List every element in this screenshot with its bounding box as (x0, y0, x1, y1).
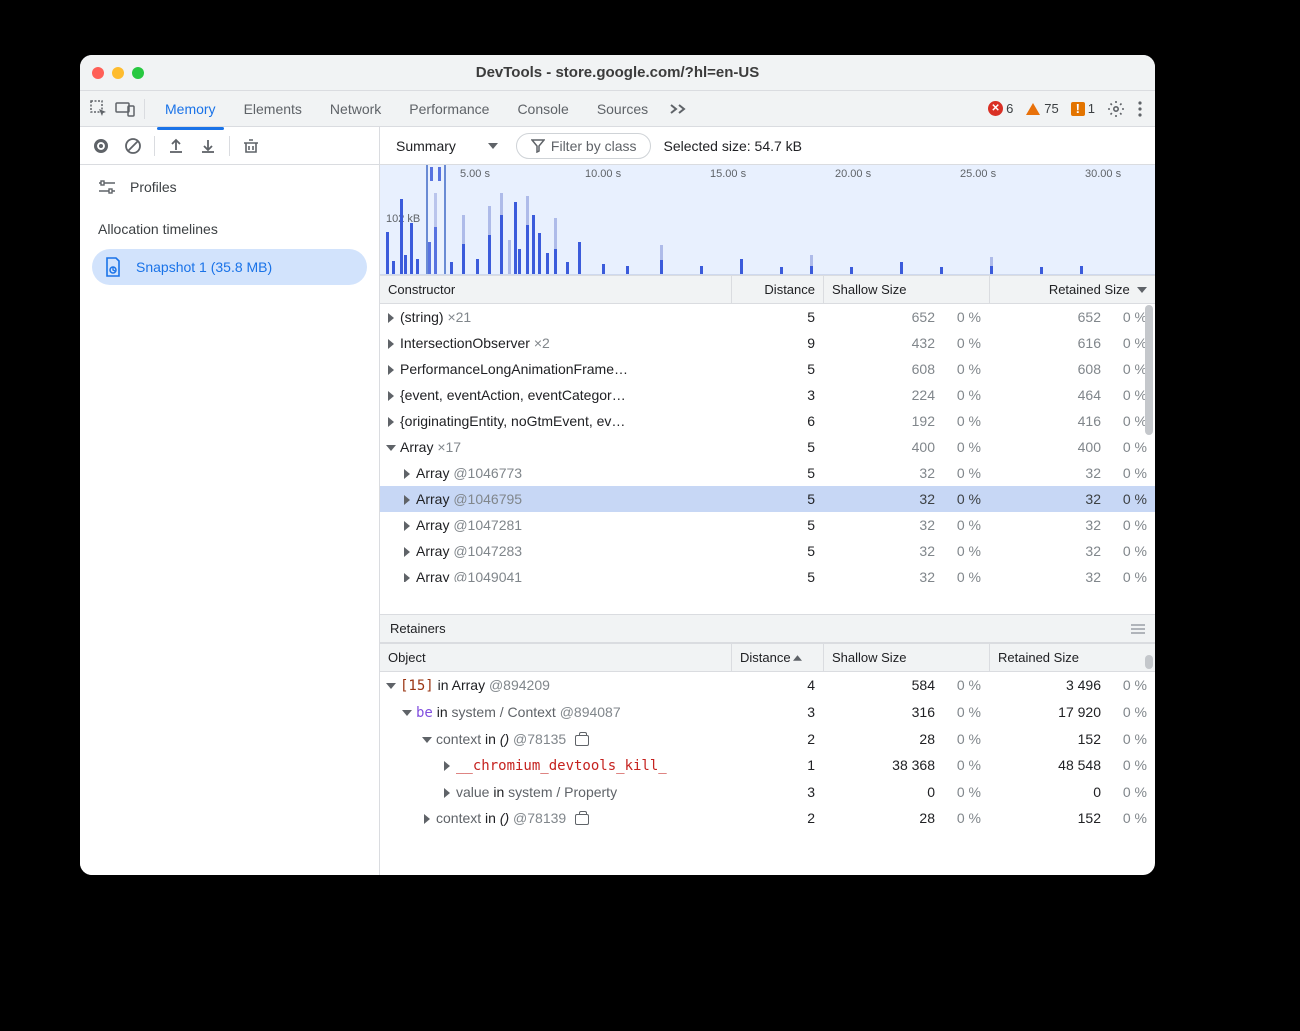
load-icon[interactable] (165, 135, 187, 157)
record-icon[interactable] (90, 135, 112, 157)
constructor-row[interactable]: Array @10472835320 %320 % (380, 538, 1155, 564)
timeline-tick: 15.00 s (710, 168, 746, 180)
filter-icon (531, 139, 545, 153)
sort-asc-icon (793, 655, 802, 661)
timeline-tick: 25.00 s (960, 168, 996, 180)
timeline-tick: 5.00 s (460, 168, 490, 180)
warning-count[interactable]: 75 (1025, 101, 1058, 116)
retainers-grid[interactable]: [15] in Array @89420945840 %3 4960 %be i… (380, 672, 1155, 831)
constructor-row[interactable]: Array @10472815320 %320 % (380, 512, 1155, 538)
device-toolbar-icon[interactable] (112, 96, 138, 122)
view-dropdown[interactable]: Summary (390, 134, 504, 158)
tab-performance[interactable]: Performance (405, 95, 493, 123)
scrollbar-thumb[interactable] (1145, 305, 1153, 435)
constructor-row[interactable]: (string) ×2156520 %6520 % (380, 304, 1155, 330)
tab-sources[interactable]: Sources (593, 95, 652, 123)
zoom-icon[interactable] (132, 67, 144, 79)
col-retained[interactable]: Retained Size (989, 644, 1155, 671)
menu-icon[interactable] (1131, 624, 1145, 634)
window-title: DevTools - store.google.com/?hl=en-US (80, 64, 1155, 81)
retainer-row[interactable]: value in system / Property300 %00 % (380, 779, 1155, 805)
retainer-row[interactable]: context in () @78139 2280 %1520 % (380, 805, 1155, 831)
devtools-window: DevTools - store.google.com/?hl=en-US Me… (80, 55, 1155, 875)
retainer-row[interactable]: be in system / Context @89408733160 %17 … (380, 699, 1155, 726)
selected-size-label: Selected size: 54.7 kB (663, 138, 802, 154)
tab-network[interactable]: Network (326, 95, 385, 123)
timeline-tick: 20.00 s (835, 168, 871, 180)
minimize-icon[interactable] (112, 67, 124, 79)
profiles-sidebar: Profiles Allocation timelines Snapshot 1… (80, 165, 380, 875)
titlebar: DevTools - store.google.com/?hl=en-US (80, 55, 1155, 91)
constructor-row[interactable]: IntersectionObserver ×294320 %6160 % (380, 330, 1155, 356)
scrollbar-thumb[interactable] (1145, 655, 1153, 669)
constructor-row[interactable]: {originatingEntity, noGtmEvent, ev…61920… (380, 408, 1155, 434)
col-object[interactable]: Object (380, 644, 731, 671)
col-distance[interactable]: Distance (731, 276, 823, 303)
timeline-selection[interactable] (426, 165, 446, 274)
memory-toolbar: Summary Filter by class Selected size: 5… (80, 127, 1155, 165)
constructor-row[interactable]: Array @10467735320 %320 % (380, 460, 1155, 486)
main-tabs-bar: Memory Elements Network Performance Console S… (80, 91, 1155, 127)
profiles-header[interactable]: Profiles (80, 171, 379, 203)
constructor-grid[interactable]: (string) ×2156520 %6520 %IntersectionObs… (380, 304, 1155, 614)
timeline-tick: 30.00 s (1085, 168, 1121, 180)
timeline-tick: 10.00 s (585, 168, 621, 180)
col-shallow[interactable]: Shallow Size (823, 276, 989, 303)
gc-icon[interactable] (240, 135, 262, 157)
col-constructor[interactable]: Constructor (380, 276, 731, 303)
constructor-row[interactable]: Array @10467955320 %320 % (380, 486, 1155, 512)
col-retained[interactable]: Retained Size (989, 276, 1155, 303)
issue-count[interactable]: !1 (1071, 101, 1095, 116)
constructor-grid-header: Constructor Distance Shallow Size Retain… (380, 275, 1155, 304)
more-tabs-icon[interactable] (666, 96, 692, 122)
close-icon[interactable] (92, 67, 104, 79)
tab-memory[interactable]: Memory (161, 95, 220, 123)
save-icon[interactable] (197, 135, 219, 157)
retainer-row[interactable]: context in () @78135 2280 %1520 % (380, 726, 1155, 752)
filter-input[interactable]: Filter by class (516, 133, 652, 159)
constructor-row[interactable]: Array @10490415320 %320 % (380, 564, 1155, 582)
main-panel: 5.00 s 10.00 s 15.00 s 20.00 s 25.00 s 30.00 … (380, 165, 1155, 875)
snapshot-item[interactable]: Snapshot 1 (35.8 MB) (92, 249, 367, 285)
retainers-grid-header: Object Distance Shallow Size Retained Si… (380, 643, 1155, 672)
allocation-timeline[interactable]: 5.00 s 10.00 s 15.00 s 20.00 s 25.00 s 30.00 … (380, 165, 1155, 275)
window-controls (92, 67, 144, 79)
allocation-timelines-label: Allocation timelines (80, 203, 379, 243)
clear-icon[interactable] (122, 135, 144, 157)
sliders-icon (98, 180, 116, 194)
status-counters: ✕6 75 !1 (988, 100, 1143, 118)
tab-console[interactable]: Console (513, 95, 572, 123)
retainer-row[interactable]: __chromium_devtools_kill_138 3680 %48 54… (380, 752, 1155, 779)
constructor-row[interactable]: {event, eventAction, eventCategor…32240 … (380, 382, 1155, 408)
constructor-row[interactable]: Array ×1754000 %4000 % (380, 434, 1155, 460)
tab-elements[interactable]: Elements (240, 95, 306, 123)
error-count[interactable]: ✕6 (988, 101, 1013, 116)
kebab-icon[interactable] (1137, 100, 1143, 118)
snapshot-icon (104, 257, 122, 277)
gear-icon[interactable] (1107, 100, 1125, 118)
constructor-row[interactable]: PerformanceLongAnimationFrame…56080 %608… (380, 356, 1155, 382)
col-distance[interactable]: Distance (731, 644, 823, 671)
retainers-header[interactable]: Retainers (380, 614, 1155, 643)
inspect-icon[interactable] (86, 96, 112, 122)
col-shallow[interactable]: Shallow Size (823, 644, 989, 671)
retainer-row[interactable]: [15] in Array @89420945840 %3 4960 % (380, 672, 1155, 699)
sort-desc-icon (1137, 287, 1147, 293)
